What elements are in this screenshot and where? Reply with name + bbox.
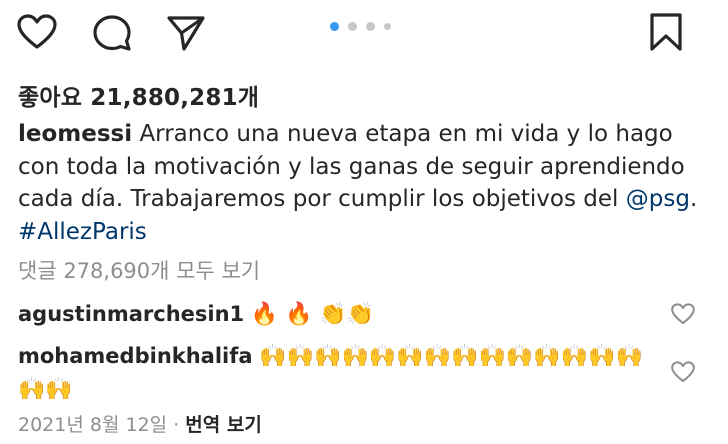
fire-emoji: 🔥 — [284, 302, 313, 327]
raising-hands-emoji: 🙌 — [478, 344, 506, 369]
comment-username[interactable]: agustinmarchesin1 — [18, 302, 244, 326]
clap-emoji: 👏 — [319, 302, 347, 327]
raising-hands-emoji: 🙌 — [314, 344, 342, 369]
caption-hashtag[interactable]: #AllezParis — [18, 219, 147, 245]
raising-hands-emoji: 🙌 — [533, 344, 561, 369]
comment-icon[interactable] — [92, 14, 132, 52]
comment-like-heart-icon[interactable] — [671, 361, 695, 387]
raising-hands-emoji: 🙌 — [286, 344, 315, 369]
comment-emojis: 🔥 🔥 👏👏 — [251, 302, 374, 326]
caption-separator: . — [689, 186, 698, 212]
raising-hands-emoji: 🙌 — [588, 344, 616, 369]
bookmark-icon[interactable] — [648, 12, 684, 52]
caption-username[interactable]: leomessi — [18, 121, 132, 147]
caption-mention[interactable]: @psg — [626, 186, 690, 212]
raising-hands-emoji: 🙌 — [45, 377, 73, 402]
heart-icon[interactable] — [17, 14, 57, 50]
view-all-comments-link[interactable]: 댓글 278,690개 모두 보기 — [18, 255, 260, 285]
comment-like-heart-icon[interactable] — [671, 303, 695, 329]
likes-count[interactable]: 좋아요 21,880,281개 — [18, 78, 259, 112]
raising-hands-emoji: 🙌 — [423, 344, 452, 369]
comment-item: agustinmarchesin1 🔥 🔥 👏👏 — [18, 296, 668, 332]
comment-username[interactable]: mohamedbinkhalifa — [18, 344, 253, 368]
carousel-dot[interactable] — [348, 22, 357, 31]
raising-hands-emoji: 🙌 — [259, 344, 287, 369]
raising-hands-emoji: 🙌 — [615, 344, 643, 369]
post-footer: 2021년 8월 12일 · 번역 보기 — [18, 410, 262, 437]
raising-hands-emoji: 🙌 — [451, 344, 479, 369]
raising-hands-emoji: 🙌 — [368, 344, 397, 369]
carousel-dot[interactable] — [384, 23, 391, 30]
post-caption: leomessi Arranco una nueva etapa en mi v… — [18, 118, 708, 248]
carousel-dot[interactable] — [330, 22, 339, 31]
carousel-indicator — [330, 22, 391, 31]
post-date: 2021년 8월 12일 — [18, 414, 168, 436]
raising-hands-emoji: 🙌 — [396, 344, 424, 369]
raising-hands-emoji: 🙌 — [560, 344, 589, 369]
raising-hands-emoji: 🙌 — [341, 344, 369, 369]
fire-emoji: 🔥 — [250, 302, 279, 327]
comment-item: mohamedbinkhalifa 🙌🙌🙌🙌🙌🙌🙌🙌🙌🙌🙌🙌🙌🙌🙌🙌 — [18, 340, 668, 406]
carousel-dot[interactable] — [366, 22, 375, 31]
clap-emoji: 👏 — [346, 302, 374, 327]
raising-hands-emoji: 🙌 — [505, 344, 534, 369]
translate-link[interactable]: 번역 보기 — [185, 414, 262, 436]
send-icon[interactable] — [166, 14, 206, 52]
raising-hands-emoji: 🙌 — [18, 377, 46, 402]
footer-separator: · — [173, 414, 180, 436]
